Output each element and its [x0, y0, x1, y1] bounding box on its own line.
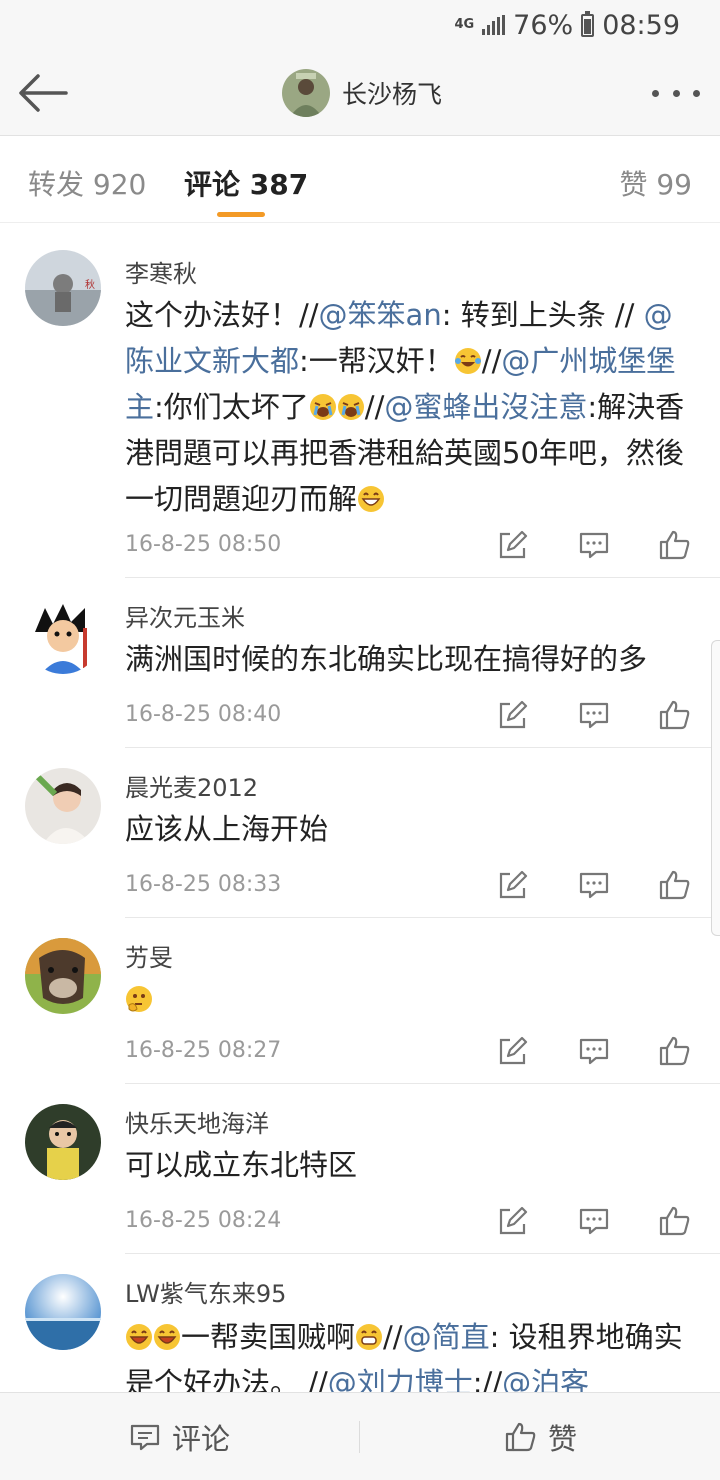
- back-arrow-icon: [19, 74, 68, 112]
- status-indicators: 4G 76% 08:59: [454, 8, 680, 42]
- comment-actions: [496, 698, 692, 732]
- tab-likes[interactable]: 赞 99: [619, 163, 692, 203]
- user-avatar[interactable]: [25, 598, 101, 674]
- comment-timestamp: 16-8-25 08:33: [125, 872, 282, 897]
- tab-reposts[interactable]: 转发 920: [28, 163, 146, 203]
- clock: 08:59: [602, 9, 680, 41]
- comment-username[interactable]: 晨光麦2012: [125, 768, 258, 803]
- battery-icon: [581, 10, 595, 37]
- comment-username[interactable]: 快乐天地海洋: [125, 1104, 269, 1139]
- laugh-tears-emoji-icon: [454, 348, 481, 374]
- user-avatar[interactable]: [25, 938, 101, 1014]
- grin-emoji-icon: [126, 1324, 152, 1350]
- like-icon[interactable]: [658, 1034, 692, 1068]
- reply-icon[interactable]: [577, 868, 611, 902]
- comment-timestamp: 16-8-25 08:24: [125, 1208, 282, 1233]
- thinking-emoji-icon: [126, 986, 152, 1012]
- comment-timestamp: 16-8-25 08:50: [125, 532, 282, 557]
- comment-actions: [496, 1034, 692, 1068]
- repost-icon[interactable]: [496, 1204, 530, 1238]
- user-avatar[interactable]: [25, 1104, 101, 1180]
- mention-link[interactable]: @蜜蜂出沒注意: [384, 390, 587, 424]
- user-avatar[interactable]: 秋: [25, 250, 101, 326]
- like-icon[interactable]: [658, 1204, 692, 1238]
- comment-divider: [125, 747, 720, 748]
- like-icon: [505, 1422, 536, 1452]
- title-bar: 长沙杨飞: [0, 50, 720, 136]
- reply-icon[interactable]: [577, 698, 611, 732]
- bottom-divider: [359, 1421, 360, 1453]
- more-options-button[interactable]: [652, 82, 700, 104]
- mention-link[interactable]: @简直: [403, 1320, 490, 1354]
- comment-text: 满洲国时候的东北确实比现在搞得好的多: [125, 642, 648, 676]
- comment-username[interactable]: 异次元玉米: [125, 598, 245, 633]
- comment-list[interactable]: 秋 李寒秋 这个办法好！//@笨笨an: 转到上头条 // @陈业文新大都:一帮…: [0, 224, 720, 1392]
- like-button-label: 赞: [548, 1422, 578, 1456]
- comment-text: [125, 976, 695, 1022]
- active-tab-indicator: [217, 212, 265, 217]
- comment-divider: [125, 1253, 720, 1254]
- like-icon[interactable]: [658, 868, 692, 902]
- comment-actions: [496, 1204, 692, 1238]
- post-author[interactable]: 长沙杨飞: [282, 68, 442, 118]
- grin-emoji-icon: [358, 486, 385, 512]
- svg-text:秋: 秋: [85, 278, 95, 291]
- teeth-grin-emoji-icon: [356, 1324, 383, 1350]
- comment-timestamp: 16-8-25 08:27: [125, 1038, 282, 1063]
- comment-divider: [125, 577, 720, 578]
- comment-text: 可以成立东北特区: [125, 1148, 358, 1182]
- comment-button[interactable]: 评论: [128, 1393, 230, 1480]
- comment-actions: [496, 868, 692, 902]
- scrollbar-thumb[interactable]: [711, 640, 720, 936]
- signal-icon: [482, 15, 506, 35]
- mention-link[interactable]: @笨笨an: [319, 298, 442, 332]
- tab-bar: 转发 920 评论 387 赞 99: [0, 137, 720, 223]
- status-bar: 4G 76% 08:59: [0, 0, 720, 50]
- comment-username[interactable]: LW紫气东来95: [125, 1274, 286, 1309]
- battery-percent: 76%: [513, 9, 574, 41]
- mention-link[interactable]: @泊客: [502, 1366, 589, 1392]
- reply-icon[interactable]: [577, 1034, 611, 1068]
- comment-text: 一帮卖国贼啊//@简直: 设租界地确实是个好办法。 //@刘力博士://@泊客: [125, 1314, 695, 1392]
- comment-username[interactable]: 李寒秋: [125, 254, 197, 289]
- reply-icon[interactable]: [577, 528, 611, 562]
- comment-divider: [125, 917, 720, 918]
- bottom-action-bar: 评论 赞: [0, 1392, 720, 1480]
- grin-emoji-icon: [154, 1324, 180, 1350]
- comment-text: 这个办法好！//@笨笨an: 转到上头条 // @陈业文新大都:一帮汉奸！//@…: [125, 298, 685, 516]
- network-type: 4G: [454, 17, 475, 32]
- repost-icon[interactable]: [496, 1034, 530, 1068]
- like-icon[interactable]: [658, 528, 692, 562]
- page-title: 长沙杨飞: [342, 80, 443, 109]
- comment-username[interactable]: 艻旻: [125, 938, 173, 973]
- repost-icon[interactable]: [496, 868, 530, 902]
- repost-icon[interactable]: [496, 698, 530, 732]
- like-button[interactable]: 赞: [504, 1393, 577, 1480]
- crying-emoji-icon: [309, 394, 336, 420]
- comment-actions: [496, 528, 692, 562]
- repost-icon[interactable]: [496, 528, 530, 562]
- comment-text: 应该从上海开始: [125, 812, 329, 846]
- comment-icon: [130, 1424, 160, 1451]
- mention-link[interactable]: @刘力博士: [328, 1366, 473, 1392]
- user-avatar[interactable]: [25, 1274, 101, 1350]
- author-avatar[interactable]: [282, 69, 330, 117]
- comment-button-label: 评论: [172, 1422, 231, 1456]
- user-avatar[interactable]: [25, 768, 101, 844]
- tab-comments[interactable]: 评论 387: [184, 163, 308, 203]
- like-icon[interactable]: [658, 698, 692, 732]
- comment-timestamp: 16-8-25 08:40: [125, 702, 282, 727]
- reply-icon[interactable]: [577, 1204, 611, 1238]
- comment-divider: [125, 1083, 720, 1084]
- crying-emoji-icon: [337, 394, 364, 420]
- back-button[interactable]: [14, 68, 70, 118]
